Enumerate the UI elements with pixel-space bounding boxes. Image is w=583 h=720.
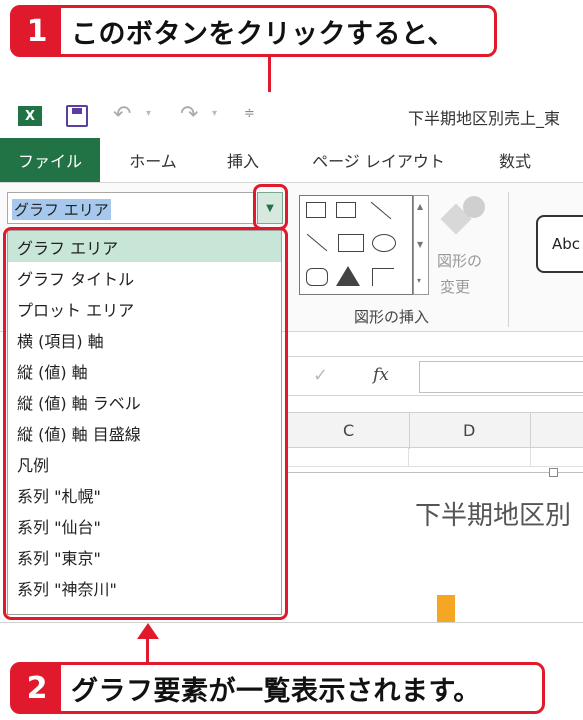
change-shape-icon[interactable] — [440, 196, 485, 236]
callout-text: グラフ要素が一覧表示されます。 — [71, 675, 481, 707]
ribbon-tabs: ファイル ホーム 挿入 ページ レイアウト 数式 — [0, 138, 583, 182]
undo-dropdown-icon[interactable]: ▾ — [146, 108, 151, 119]
excel-logo-icon: X — [18, 106, 42, 126]
arrow-line-icon — [306, 233, 328, 252]
chart-bar[interactable] — [437, 595, 455, 623]
tab-insert[interactable]: 挿入 — [218, 138, 268, 182]
callout-text: このボタンをクリックすると、 — [71, 18, 455, 50]
line-icon — [370, 201, 392, 220]
rounded-rect-icon — [306, 268, 328, 286]
shapes-gallery[interactable] — [299, 195, 413, 295]
triangle-icon — [336, 266, 360, 286]
quick-access-toolbar: X ↶ ▾ ↷ ▾ ≑ 下半期地区別売上_東 — [0, 92, 583, 138]
chart-resize-handle[interactable] — [549, 468, 558, 477]
enter-check-icon[interactable]: ✓ — [313, 365, 328, 386]
formula-bar: ✓ fx — [287, 356, 583, 396]
vertical-textbox-icon — [336, 202, 356, 218]
rectangle-icon — [338, 234, 364, 252]
change-shape-label-2[interactable]: 変更 — [440, 276, 470, 297]
shape-style-sample[interactable]: Abc — [536, 215, 583, 273]
callout-number: 1 — [13, 8, 61, 54]
change-shape-label-1[interactable]: 図形の — [437, 250, 482, 271]
customize-qat-icon[interactable]: ≑ — [244, 106, 255, 121]
column-headers: C D — [287, 412, 583, 449]
highlight-dropdown-button — [253, 184, 288, 230]
connector-icon — [372, 268, 394, 286]
group-separator — [508, 192, 509, 327]
callout-number: 2 — [13, 665, 61, 711]
group-label-insert-shapes: 図形の挿入 — [354, 308, 430, 326]
redo-icon[interactable]: ↷ — [180, 102, 198, 127]
column-header-d[interactable]: D — [463, 421, 475, 440]
callout-bottom: 2 グラフ要素が一覧表示されます。 — [10, 662, 545, 714]
chart-area[interactable]: 下半期地区別 — [287, 468, 583, 623]
save-icon[interactable] — [66, 105, 88, 127]
textbox-icon — [306, 202, 326, 218]
chart-title[interactable]: 下半期地区別 — [415, 495, 571, 532]
column-header-c[interactable]: C — [343, 421, 354, 440]
redo-dropdown-icon[interactable]: ▾ — [212, 108, 217, 119]
chart-element-selector[interactable]: グラフ エリア — [7, 192, 255, 224]
window-title: 下半期地区別売上_東 — [408, 109, 561, 128]
undo-icon[interactable]: ↶ — [113, 102, 131, 127]
gallery-scroll[interactable]: ▲ ▼ ▾ — [413, 195, 429, 295]
callout-top: 1 このボタンをクリックすると、 — [10, 5, 497, 57]
insert-function-icon[interactable]: fx — [373, 365, 389, 385]
tab-page-layout[interactable]: ページ レイアウト — [306, 138, 451, 182]
tab-formulas[interactable]: 数式 — [486, 138, 544, 182]
style-sample-text: Abc — [552, 235, 581, 253]
oval-icon — [372, 234, 396, 252]
selector-value: グラフ エリア — [12, 199, 111, 220]
tab-file[interactable]: ファイル — [0, 138, 100, 182]
formula-input[interactable] — [419, 361, 583, 393]
highlight-dropdown-list — [3, 227, 288, 620]
arrow-up — [146, 637, 149, 663]
tab-home[interactable]: ホーム — [118, 138, 188, 182]
